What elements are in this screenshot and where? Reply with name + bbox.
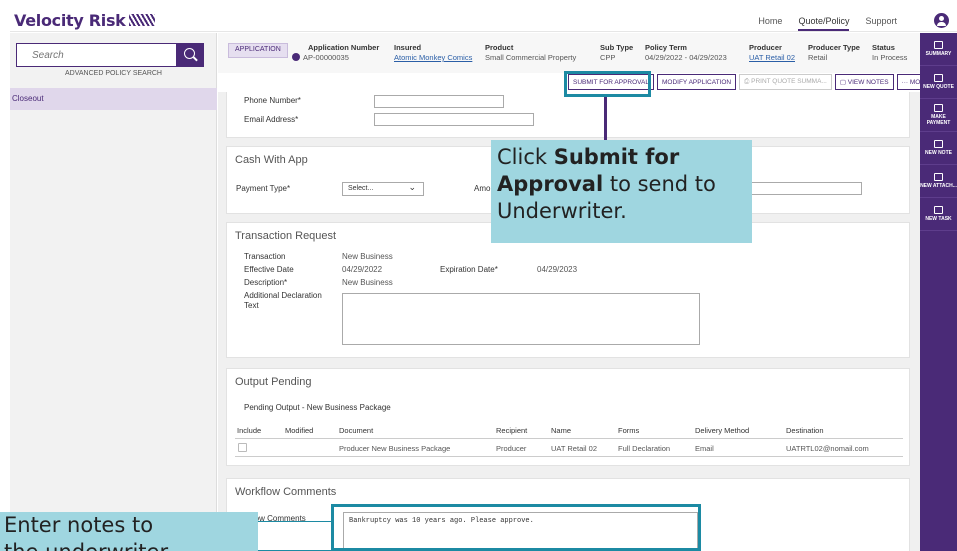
payment-type-select[interactable]: Select... [342,182,424,196]
header-status: Status In Process [872,43,908,62]
user-account-icon[interactable] [934,13,949,28]
note-icon: ▢ [839,79,848,86]
chevron-down-icon[interactable] [292,53,300,61]
contact-card: Phone Number* Email Address* [226,92,910,138]
summary-icon [934,41,943,49]
brand-mark-icon [128,14,155,26]
producer-link[interactable]: UAT Retail 02 [749,53,795,63]
view-notes-button[interactable]: ▢ VIEW NOTES [834,74,894,90]
toolbar-make-payment[interactable]: MAKE PAYMENT [920,99,957,132]
table-row: Producer New Business Package Producer U… [235,439,903,457]
top-bar: Velocity Risk Home Quote/Policy Support [10,10,957,32]
callout-bracket-line [255,521,331,551]
submit-highlight-box [564,71,651,97]
workflow-notes-callout: Enter notes to the underwriter [0,512,258,551]
include-checkbox[interactable] [238,443,247,452]
header-sub-type: Sub Type CPP [600,43,634,62]
header-application-number: Application Number AP-00000035 [292,43,379,63]
modify-application-button[interactable]: MODIFY APPLICATION [656,74,737,90]
header-producer-type: Producer Type Retail [808,43,860,62]
toolbar-new-task[interactable]: NEW TASK [920,198,957,231]
task-icon [934,206,943,214]
header-insured: Insured Atomic Monkey Comics [394,43,473,63]
nav-quote-policy[interactable]: Quote/Policy [798,16,850,31]
paperclip-icon [934,173,943,181]
insured-link[interactable]: Atomic Monkey Comics [394,53,472,63]
right-toolbar: SUMMARY NEW QUOTE MAKE PAYMENT NEW NOTE … [920,33,957,551]
output-table: Include Modified Document Recipient Name… [235,421,903,457]
search-icon[interactable] [176,43,204,67]
table-header: Include Modified Document Recipient Name… [235,421,903,439]
header-policy-term: Policy Term 04/29/2022 - 04/29/2023 [645,43,727,62]
application-badge: APPLICATION [228,43,288,58]
toolbar-new-quote[interactable]: NEW QUOTE [920,66,957,99]
application-header: APPLICATION Application Number AP-000000… [218,33,920,73]
search-input[interactable] [17,44,177,66]
left-sidebar: ADVANCED POLICY SEARCH Closeout [10,33,217,551]
search-box [16,43,204,67]
advanced-policy-search-link[interactable]: ADVANCED POLICY SEARCH [10,70,217,77]
document-icon [934,74,943,82]
toolbar-summary[interactable]: SUMMARY [920,33,957,66]
top-nav: Home Quote/Policy Support [758,16,897,31]
header-product: Product Small Commercial Property [485,43,577,62]
amount-field[interactable] [742,182,862,195]
output-pending-card: Output Pending Pending Output - New Busi… [226,368,910,466]
toolbar-new-attachment[interactable]: NEW ATTACH... [920,165,957,198]
callout-connector-line [604,97,607,141]
note-icon [934,140,943,148]
nav-home[interactable]: Home [758,16,782,31]
workflow-highlight-box [331,504,701,551]
phone-number-field[interactable] [374,95,504,108]
submit-instruction-callout: Click Submit for Approval to send to Und… [491,140,752,243]
nav-support[interactable]: Support [865,16,897,31]
email-address-field[interactable] [374,113,534,126]
toolbar-new-note[interactable]: NEW NOTE [920,132,957,165]
brand-logo[interactable]: Velocity Risk [14,11,155,30]
additional-declaration-textarea[interactable] [342,293,700,345]
sidebar-item-closeout[interactable]: Closeout [10,88,217,110]
payment-icon [934,104,943,112]
print-quote-summary-button[interactable]: ⎙ PRINT QUOTE SUMMA... [739,74,832,90]
header-producer: Producer UAT Retail 02 [749,43,795,63]
